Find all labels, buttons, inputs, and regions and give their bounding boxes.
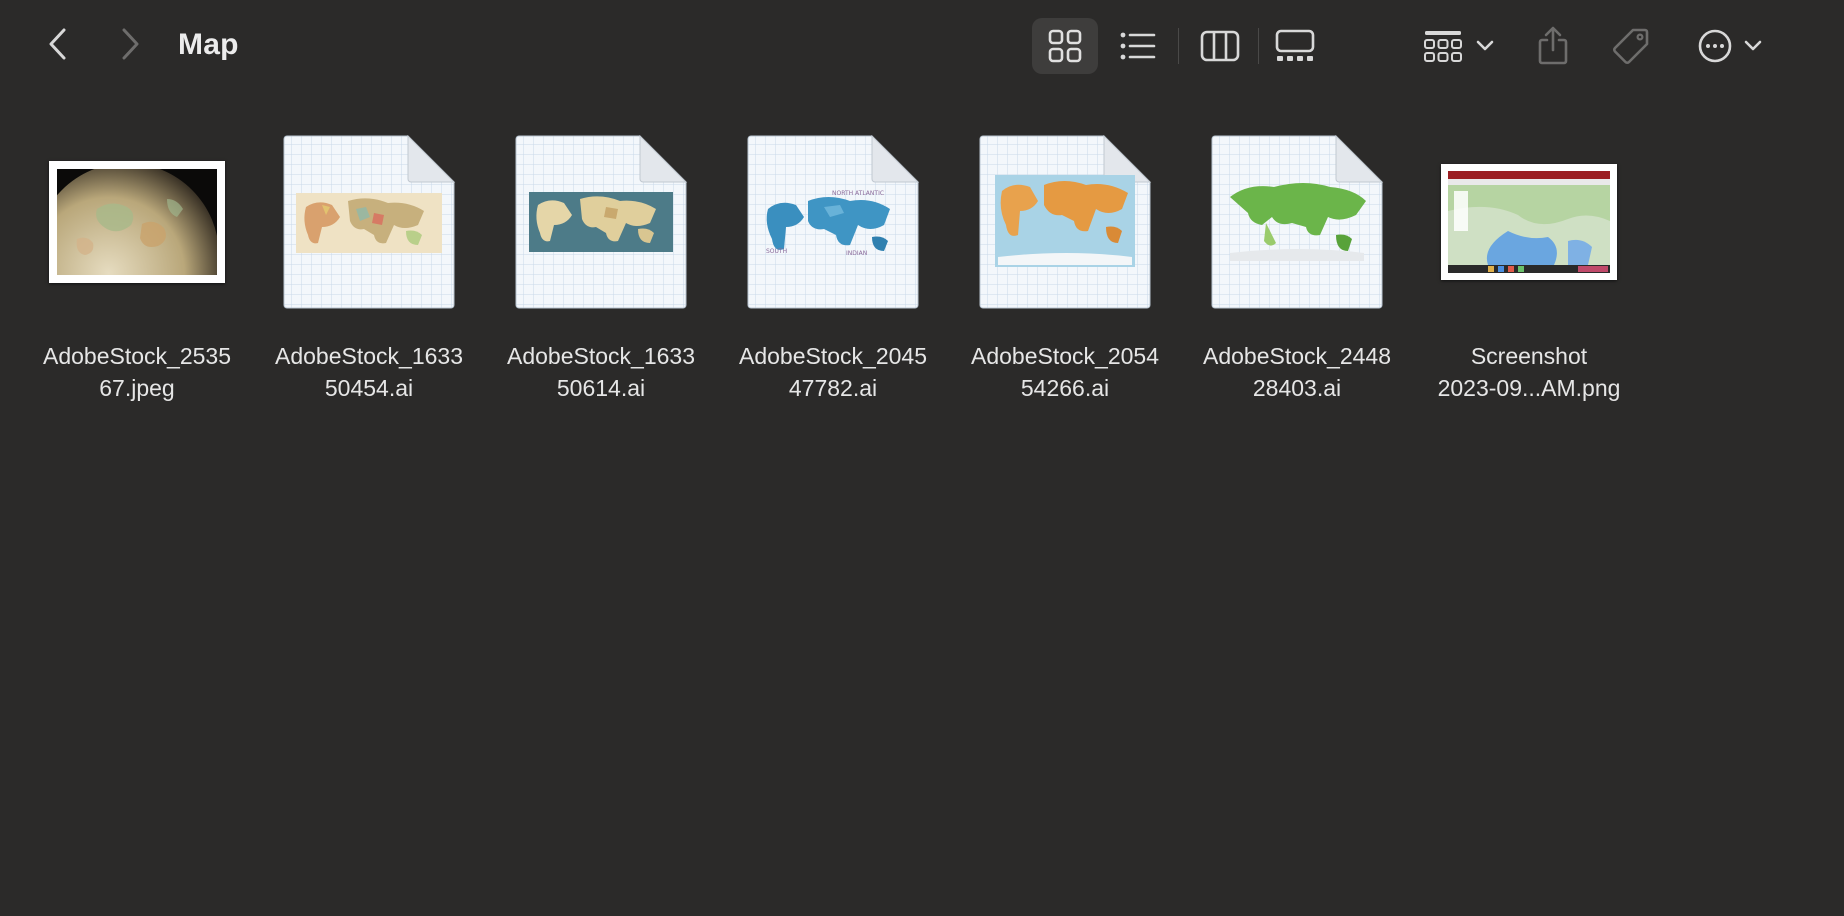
group-by-button[interactable] bbox=[1422, 18, 1498, 74]
gallery-view-button[interactable] bbox=[1274, 18, 1316, 74]
forward-button[interactable] bbox=[112, 24, 148, 64]
file-thumbnail bbox=[253, 132, 485, 312]
file-item[interactable]: NORTH ATLANTIC SOUTH INDIAN AdobeStock_2… bbox=[717, 132, 949, 412]
file-name: Screenshot 2023-09...AM.png bbox=[1437, 343, 1621, 401]
toolbar-separator bbox=[1178, 28, 1179, 64]
document-icon bbox=[514, 135, 688, 309]
document-icon: NORTH ATLANTIC SOUTH INDIAN bbox=[746, 135, 920, 309]
svg-text:INDIAN: INDIAN bbox=[846, 250, 867, 257]
grid-icon bbox=[1048, 29, 1082, 63]
list-view-button[interactable] bbox=[1118, 18, 1158, 74]
file-item[interactable]: AdobeStock_2535 67.jpeg bbox=[21, 132, 253, 412]
column-view-button[interactable] bbox=[1198, 18, 1242, 74]
file-name: AdobeStock_2045 47782.ai bbox=[739, 343, 927, 401]
file-grid: AdobeStock_2535 67.jpeg AdobeStock_1633 … bbox=[0, 90, 1844, 916]
file-thumbnail bbox=[21, 132, 253, 312]
share-button[interactable] bbox=[1536, 18, 1570, 74]
chevron-right-icon bbox=[122, 28, 139, 60]
image-preview bbox=[49, 161, 225, 283]
file-thumbnail: NORTH ATLANTIC SOUTH INDIAN bbox=[717, 132, 949, 312]
columns-icon bbox=[1200, 30, 1240, 62]
file-name: AdobeStock_1633 50614.ai bbox=[507, 343, 695, 401]
ellipsis-circle-icon bbox=[1698, 29, 1732, 63]
file-thumbnail bbox=[1413, 132, 1645, 312]
svg-text:NORTH ATLANTIC: NORTH ATLANTIC bbox=[832, 190, 884, 197]
document-icon bbox=[1210, 135, 1384, 309]
share-icon bbox=[1538, 26, 1568, 65]
toolbar-separator bbox=[1258, 28, 1259, 64]
chevron-left-icon bbox=[49, 28, 66, 60]
tag-button[interactable] bbox=[1610, 18, 1652, 74]
file-item[interactable]: AdobeStock_1633 50614.ai bbox=[485, 132, 717, 412]
chevron-down-icon bbox=[1476, 40, 1494, 51]
file-name: AdobeStock_2054 54266.ai bbox=[971, 343, 1159, 401]
document-icon bbox=[282, 135, 456, 309]
icon-view-button[interactable] bbox=[1032, 18, 1098, 74]
chevron-down-icon bbox=[1744, 40, 1762, 51]
file-item[interactable]: AdobeStock_1633 50454.ai bbox=[253, 132, 485, 412]
file-name: AdobeStock_1633 50454.ai bbox=[275, 343, 463, 401]
list-icon bbox=[1120, 32, 1156, 60]
image-preview bbox=[1441, 164, 1617, 280]
globe-preview-icon bbox=[57, 169, 217, 275]
gallery-icon bbox=[1275, 29, 1315, 61]
file-name: AdobeStock_2448 28403.ai bbox=[1203, 343, 1391, 401]
svg-text:SOUTH: SOUTH bbox=[766, 248, 787, 255]
group-icon bbox=[1424, 31, 1462, 62]
file-item[interactable]: AdobeStock_2448 28403.ai bbox=[1181, 132, 1413, 412]
screenshot-preview-icon bbox=[1448, 171, 1610, 273]
toolbar: Map bbox=[0, 0, 1844, 90]
window-title: Map bbox=[178, 28, 239, 61]
file-item[interactable]: Screenshot 2023-09...AM.png bbox=[1413, 132, 1645, 412]
file-thumbnail bbox=[485, 132, 717, 312]
file-thumbnail bbox=[949, 132, 1181, 312]
back-button[interactable] bbox=[40, 24, 76, 64]
document-icon bbox=[978, 135, 1152, 309]
finder-window: Map AdobeStock_2535 67.jpeg AdobeStock_1… bbox=[0, 0, 1844, 916]
file-item[interactable]: AdobeStock_2054 54266.ai bbox=[949, 132, 1181, 412]
file-thumbnail bbox=[1181, 132, 1413, 312]
file-name: AdobeStock_2535 67.jpeg bbox=[43, 343, 231, 401]
tag-icon bbox=[1613, 28, 1649, 64]
more-actions-button[interactable] bbox=[1696, 18, 1766, 74]
